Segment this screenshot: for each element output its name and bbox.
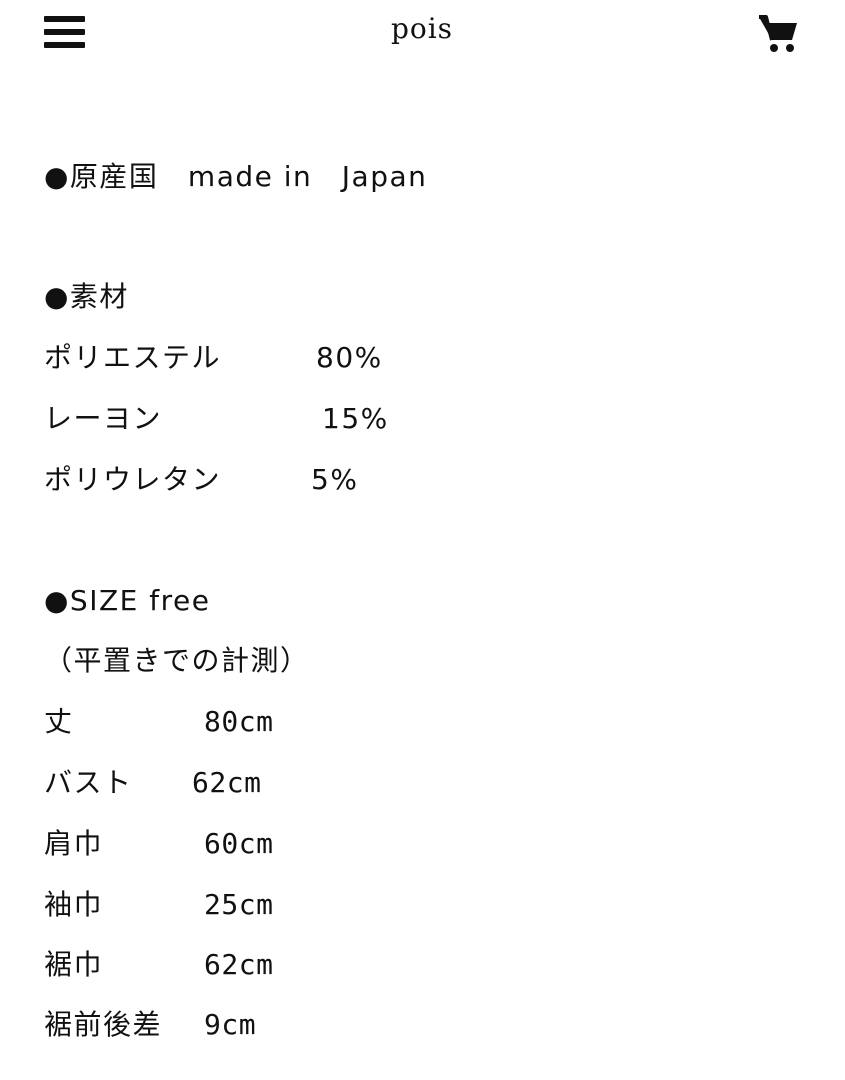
material-value-polyurethane: 5% [311,463,359,496]
shopping-cart-icon [759,15,797,52]
material-heading: ●素材 [44,280,129,313]
size-value-hem-difference: 9cm [204,1008,257,1041]
size-name-shoulder: 肩巾 [44,827,104,860]
size-value-hem: 62cm [204,948,274,981]
hamburger-menu-button[interactable] [44,16,86,52]
material-name-rayon: レーヨン [44,402,163,435]
origin-line: ●原産国 made in Japan [44,160,428,193]
size-value-sleeve: 25cm [204,888,274,921]
size-name-length: 丈 [44,705,74,738]
size-name-sleeve: 袖巾 [44,888,104,921]
hamburger-menu-icon [44,16,86,52]
size-name-bust: バスト [44,766,133,799]
size-name-hem: 裾巾 [44,948,104,981]
size-note: （平置きでの計測） [44,644,310,677]
material-name-polyester: ポリエステル [44,341,222,374]
cart-button[interactable] [758,14,800,54]
size-heading: ●SIZE free [44,584,211,617]
material-name-polyurethane: ポリウレタン [44,463,222,496]
size-value-length: 80cm [204,705,274,738]
material-value-rayon: 15% [322,402,389,435]
brand-logo[interactable]: pois [322,12,522,45]
size-value-bust: 62cm [192,766,262,799]
size-value-shoulder: 60cm [204,827,274,860]
material-value-polyester: 80% [316,341,383,374]
size-name-hem-difference: 裾前後差 [44,1008,163,1041]
site-header: pois [0,0,845,72]
